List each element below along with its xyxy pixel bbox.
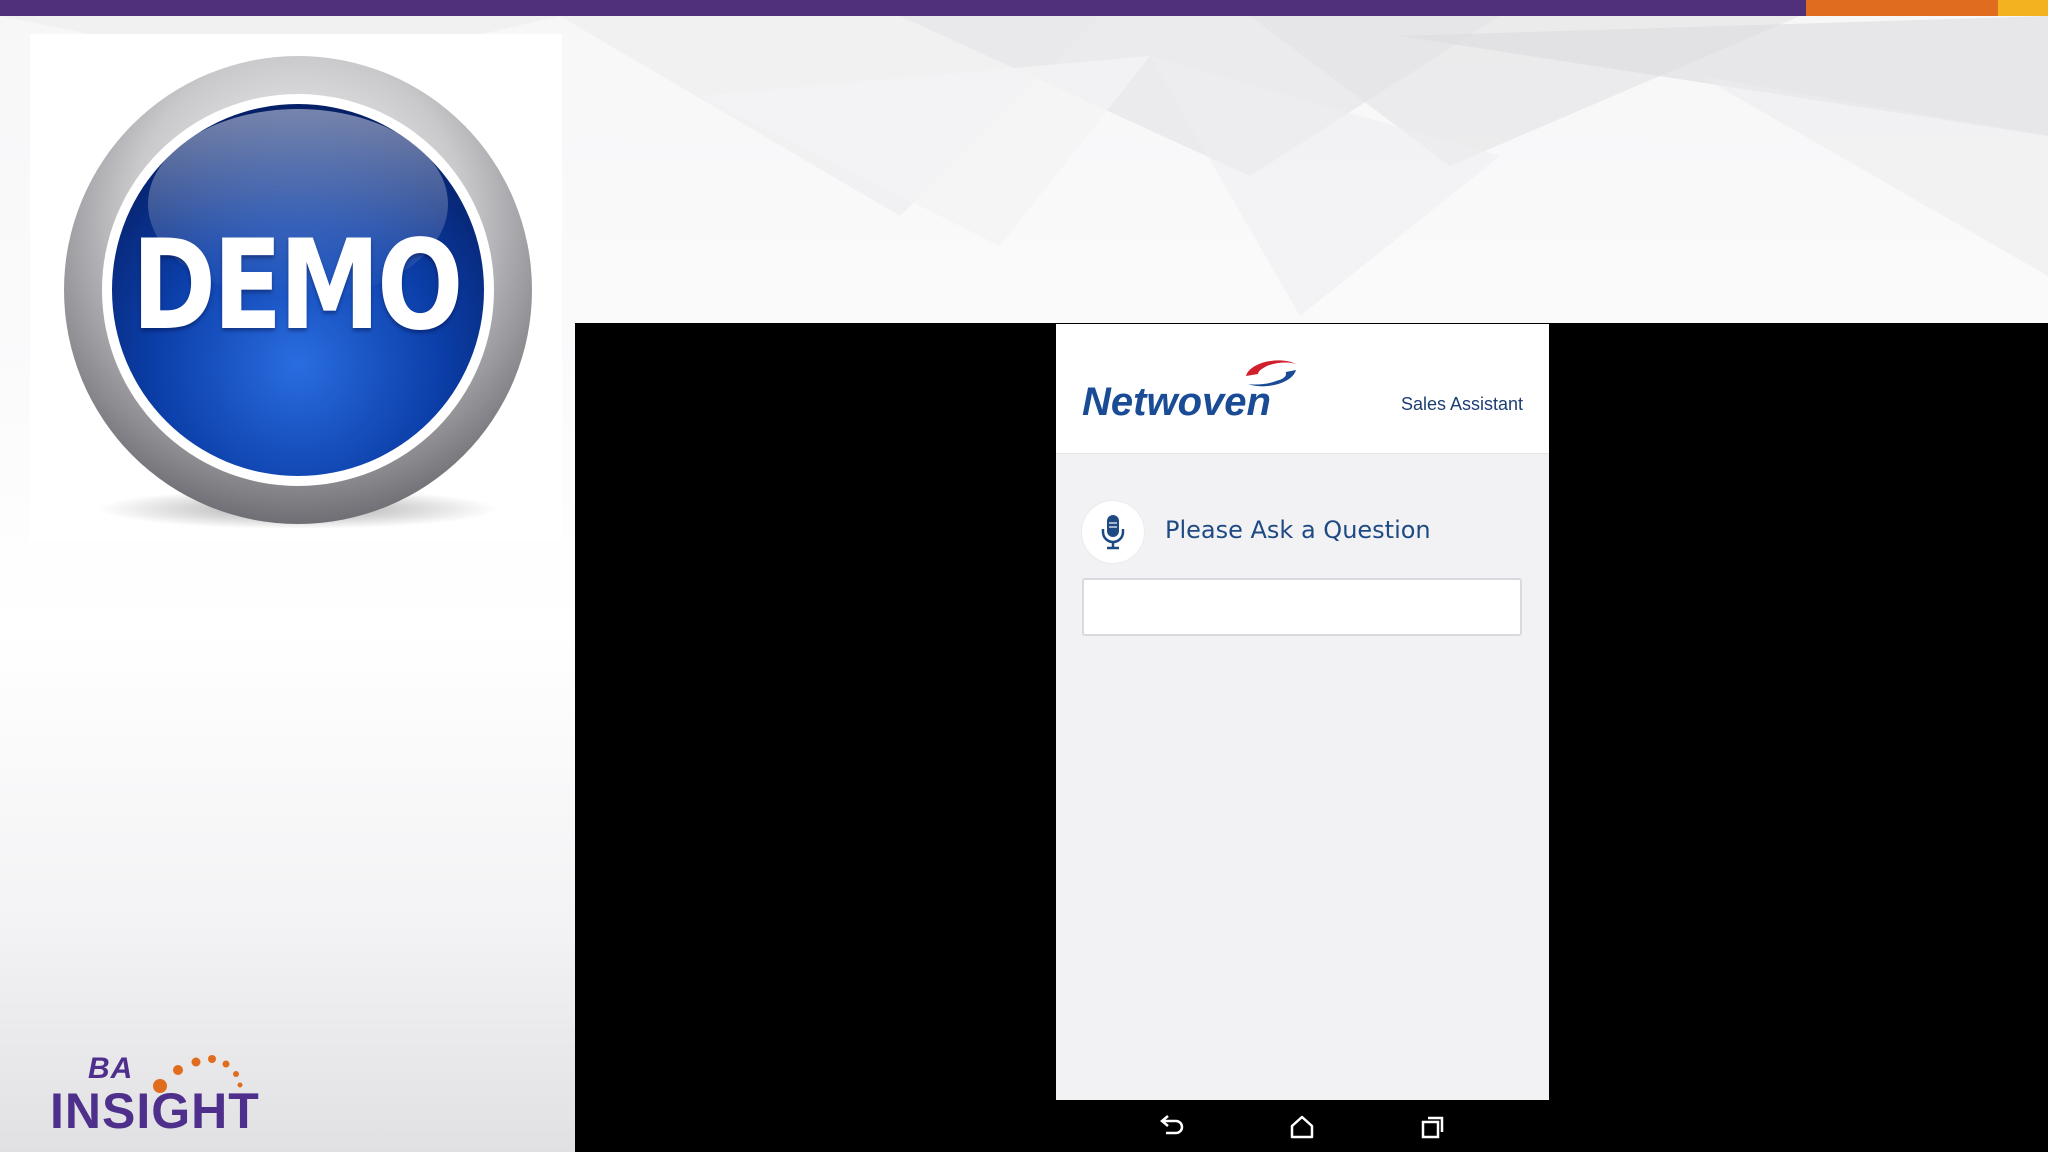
top-accent-stripe [0, 0, 2048, 16]
app-subtitle: Sales Assistant [1400, 394, 1523, 414]
back-button[interactable] [1155, 1112, 1189, 1142]
demo-label: DEMO [131, 214, 464, 358]
back-icon [1160, 1115, 1184, 1135]
app-header: Netwoven Sales Assistant [1056, 324, 1549, 454]
microphone-button[interactable] [1082, 501, 1144, 563]
stripe-purple [0, 0, 1806, 16]
question-input[interactable] [1082, 578, 1522, 636]
ba-insight-logo: BA INSIGHT [50, 1052, 310, 1142]
recent-apps-button[interactable] [1416, 1112, 1450, 1142]
demo-badge-panel: DEMO [30, 34, 562, 542]
netwoven-brand-name: Netwoven [1082, 380, 1271, 424]
recent-apps-icon [1421, 1116, 1444, 1139]
ba-logo-name: INSIGHT [50, 1083, 260, 1139]
android-navigation-bar [1056, 1100, 1549, 1152]
ask-question-prompt: Please Ask a Question [1165, 516, 1431, 544]
home-button[interactable] [1285, 1112, 1319, 1142]
home-icon [1290, 1115, 1314, 1139]
microphone-icon [1101, 515, 1125, 550]
sales-assistant-app: Netwoven Sales Assistant Please Ask a Qu… [1056, 324, 1549, 1100]
ba-logo-prefix: BA [88, 1052, 134, 1085]
netwoven-logo: Netwoven [1082, 356, 1296, 424]
stripe-yellow [1998, 0, 2048, 16]
stripe-orange [1806, 0, 1998, 16]
